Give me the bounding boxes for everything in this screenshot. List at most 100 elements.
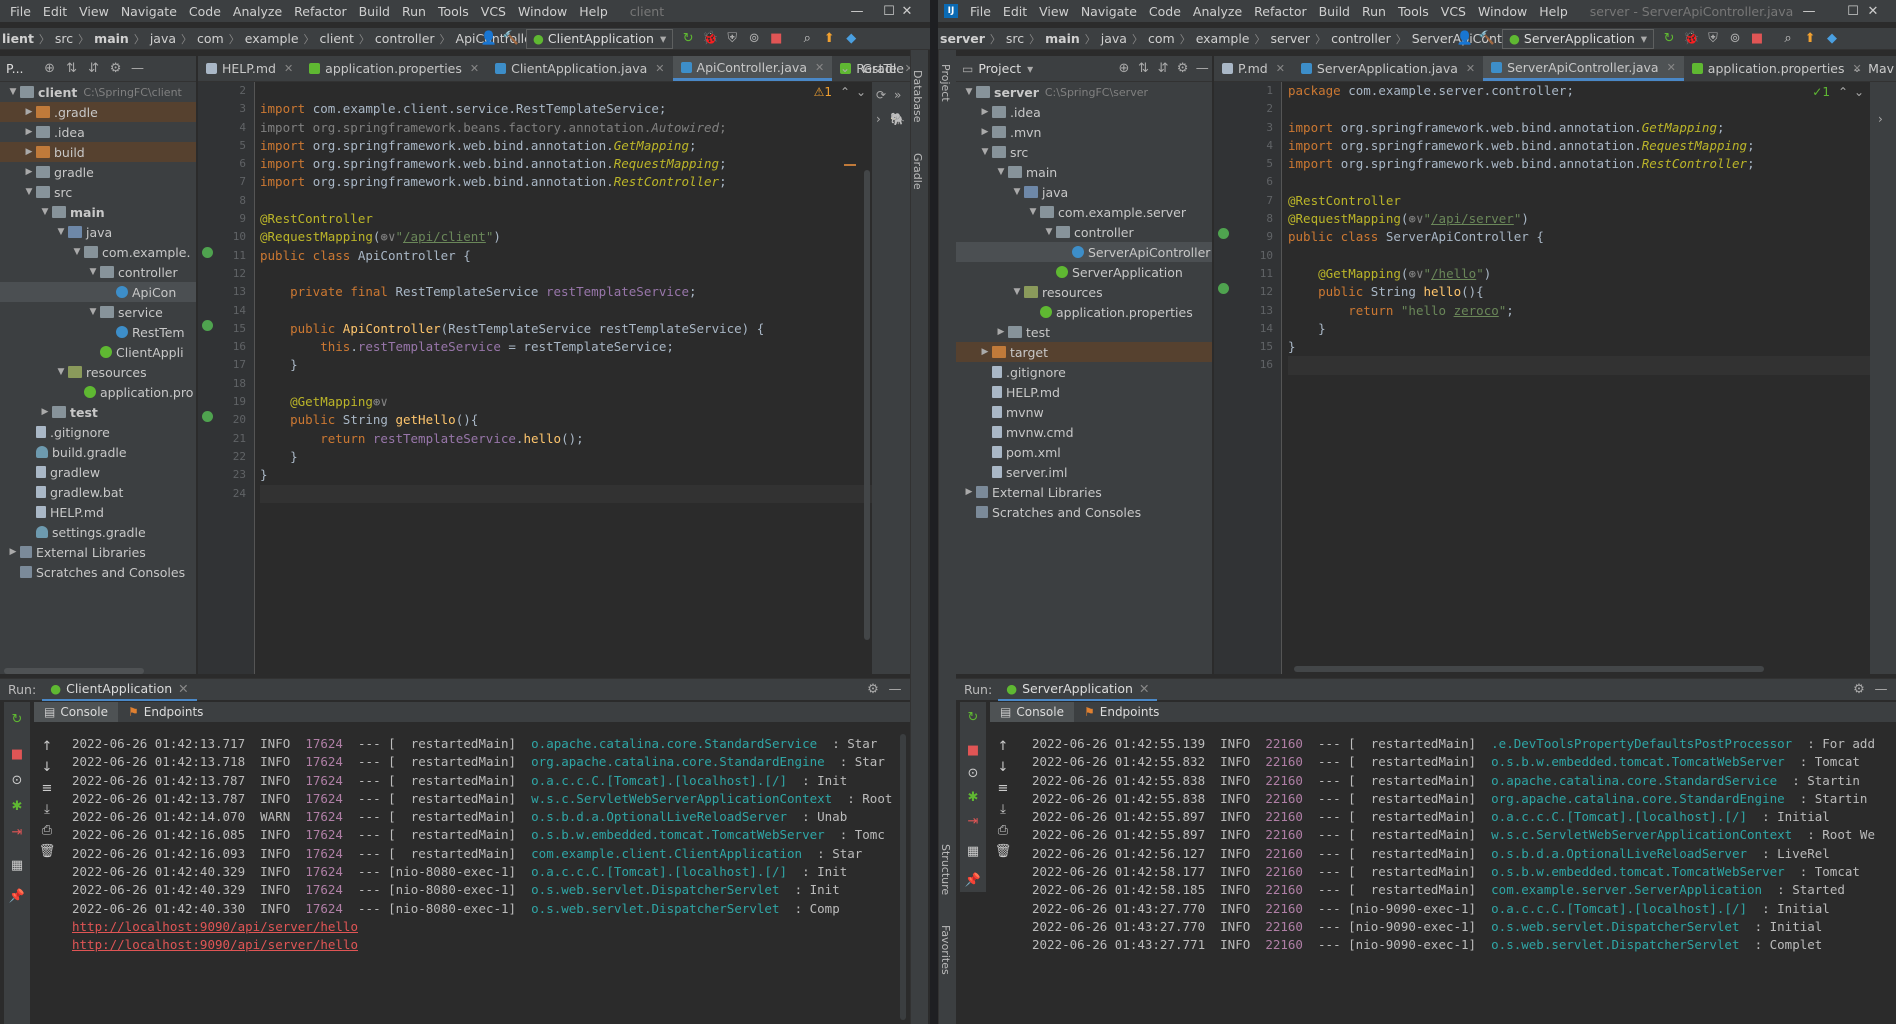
profile-icon[interactable]: ⊚: [1725, 29, 1745, 49]
collapse-all-icon[interactable]: ⇵: [84, 59, 104, 79]
collapse-all-icon[interactable]: ⇵: [1154, 59, 1172, 79]
stop-icon[interactable]: ■: [963, 742, 983, 760]
trash-icon[interactable]: 🗑: [37, 844, 57, 859]
rerun-icon[interactable]: ↻: [1659, 29, 1679, 49]
endpoints-tab[interactable]: ⚑ Endpoints: [118, 702, 213, 722]
tree-node[interactable]: mvnw.cmd: [956, 422, 1212, 442]
close-icon[interactable]: ✕: [178, 681, 188, 696]
code-line[interactable]: @RequestMapping(⊛∨"/api/server"): [1288, 210, 1870, 228]
code-line[interactable]: [260, 302, 872, 320]
menu-item[interactable]: File: [964, 4, 997, 19]
close-icon[interactable]: ✕: [655, 62, 664, 75]
menu-item[interactable]: View: [73, 4, 115, 19]
chevron-right-icon[interactable]: ▶: [978, 107, 992, 117]
endpoints-tab[interactable]: ⚑ Endpoints: [1074, 702, 1169, 722]
settings-gear-icon[interactable]: ⚙: [1849, 680, 1869, 700]
menu-item[interactable]: Analyze: [227, 4, 288, 19]
editor-tab[interactable]: P.md ✕: [1214, 56, 1293, 81]
menu-item[interactable]: Build: [1313, 4, 1356, 19]
editor-tab[interactable]: application.properties ✕: [301, 56, 487, 81]
ide-logo-icon[interactable]: ◆: [841, 29, 861, 49]
tree-node[interactable]: ▶ test: [0, 402, 196, 422]
code-editor[interactable]: 2 3 4 5 6 7 8 9 10 11 12 13 14 15 16 17 18 19 20 21 22 23 24 i…: [198, 82, 872, 674]
layout-icon[interactable]: ▦: [7, 855, 27, 875]
chevron-down-icon[interactable]: ▼: [54, 367, 68, 377]
breadcrumb-item[interactable]: controller: [1329, 31, 1393, 46]
menu-item[interactable]: View: [1033, 4, 1075, 19]
chevron-right-icon[interactable]: ▶: [978, 347, 992, 357]
tree-node[interactable]: ▼ java: [956, 182, 1212, 202]
hide-icon[interactable]: —: [885, 680, 905, 700]
check-icon[interactable]: ✓1: [1812, 85, 1830, 99]
code-line[interactable]: public class ServerApiController {: [1288, 228, 1870, 246]
expand-icon[interactable]: ›: [876, 112, 881, 126]
log-line[interactable]: 2022-06-26 01:42:56.127 INFO 22160 --- […: [1022, 845, 1896, 863]
camera-icon[interactable]: ⊙: [963, 765, 983, 783]
chevron-right-icon[interactable]: ▶: [6, 547, 20, 557]
spring-bean-icon[interactable]: [1218, 283, 1229, 295]
chevron-right-icon[interactable]: ▶: [22, 127, 36, 137]
log-line[interactable]: 2022-06-26 01:42:16.093 INFO 17624 --- […: [62, 845, 910, 863]
tree-node[interactable]: ▶ build: [0, 142, 196, 162]
log-line[interactable]: 2022-06-26 01:43:27.771 INFO 22160 --- […: [1022, 936, 1896, 954]
stop-icon[interactable]: ■: [7, 744, 27, 764]
log-line[interactable]: 2022-06-26 01:42:13.717 INFO 17624 --- […: [62, 735, 910, 753]
breadcrumb-item[interactable]: main: [92, 31, 131, 46]
search-icon[interactable]: ⌕: [1778, 29, 1798, 49]
project-tab[interactable]: P...: [6, 61, 24, 76]
tree-node[interactable]: ▼ main: [0, 202, 196, 222]
tree-node[interactable]: ▼ controller: [0, 262, 196, 282]
spring-bean-icon[interactable]: [202, 319, 213, 331]
code-line[interactable]: [260, 484, 872, 503]
user-icon[interactable]: 👤: [1455, 29, 1475, 49]
close-window-icon[interactable]: ✕: [884, 0, 930, 22]
chevron-right-icon[interactable]: ▶: [22, 107, 36, 117]
up-arrow-icon[interactable]: ↑: [37, 739, 57, 754]
log-line[interactable]: 2022-06-26 01:42:40.329 INFO 17624 --- […: [62, 863, 910, 881]
tree-node[interactable]: ▶ test: [956, 322, 1212, 342]
print-icon[interactable]: ⎙: [37, 823, 57, 838]
log-line[interactable]: 2022-06-26 01:42:13.787 INFO 17624 --- […: [62, 790, 910, 808]
coverage-icon[interactable]: ⛨: [722, 29, 742, 49]
expand-all-icon[interactable]: ⇅: [62, 59, 82, 79]
tree-node[interactable]: ▼ controller: [956, 222, 1212, 242]
code-line[interactable]: public ApiController(RestTemplateService…: [260, 320, 872, 338]
locate-icon[interactable]: ⊕: [40, 59, 60, 79]
settings-gear-icon[interactable]: ⚙: [863, 680, 883, 700]
tree-node[interactable]: server.iml: [956, 462, 1212, 482]
search-icon[interactable]: ⌕: [797, 29, 817, 49]
menu-item[interactable]: Navigate: [1075, 4, 1143, 19]
tree-node[interactable]: .gitignore: [956, 362, 1212, 382]
chevron-down-icon[interactable]: ▼: [994, 167, 1008, 177]
code-line[interactable]: public class ApiController {: [260, 247, 872, 265]
log-line[interactable]: 2022-06-26 01:42:58.177 INFO 22160 --- […: [1022, 863, 1896, 881]
rerun-icon[interactable]: ↻: [678, 29, 698, 49]
code-line[interactable]: import org.springframework.web.bind.anno…: [260, 173, 872, 191]
code-line[interactable]: [260, 375, 872, 393]
tree-node[interactable]: settings.gradle: [0, 522, 196, 542]
next-highlight-icon[interactable]: ⌄: [1854, 85, 1864, 99]
editor-tab[interactable]: HELP.md ✕: [198, 56, 301, 81]
exit-icon[interactable]: ⇥: [963, 812, 983, 830]
camera-icon[interactable]: ⊙: [7, 770, 27, 790]
menu-item[interactable]: Code: [183, 4, 227, 19]
error-stripe-mark[interactable]: [844, 164, 856, 166]
menu-item[interactable]: Analyze: [1187, 4, 1248, 19]
code-line[interactable]: private final RestTemplateService restTe…: [260, 283, 872, 301]
chevron-right-icon[interactable]: ▶: [978, 127, 992, 137]
settings-gear-icon[interactable]: ⚙: [106, 59, 126, 79]
debug-icon[interactable]: ✱: [963, 789, 983, 807]
tabs-dropdown-icon[interactable]: ⌄: [840, 61, 850, 75]
menu-item[interactable]: Help: [1533, 4, 1574, 19]
tree-node[interactable]: ▼ service: [0, 302, 196, 322]
tree-node[interactable]: .gitignore: [0, 422, 196, 442]
chevron-right-icon[interactable]: ▶: [994, 327, 1008, 337]
chevron-right-icon[interactable]: ▶: [22, 167, 36, 177]
tree-node[interactable]: ApiCon: [0, 282, 196, 302]
breadcrumb-item[interactable]: com: [1146, 31, 1177, 46]
close-window-icon[interactable]: ✕: [1850, 0, 1896, 22]
more-icon[interactable]: »: [894, 88, 901, 102]
breadcrumb-item[interactable]: server: [1269, 31, 1313, 46]
tree-node[interactable]: ▼ com.example.: [0, 242, 196, 262]
spring-bean-icon[interactable]: [1218, 228, 1229, 240]
